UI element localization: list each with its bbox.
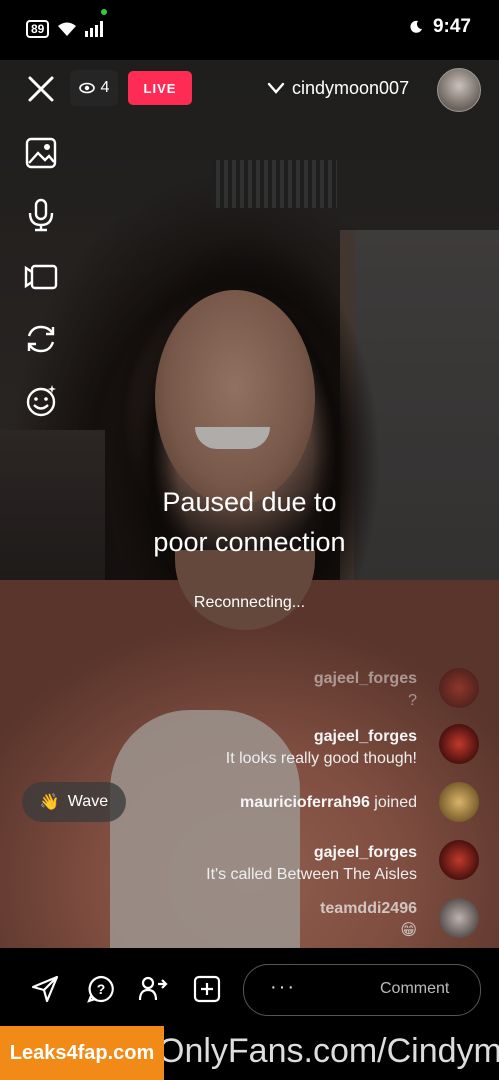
wave-button[interactable]: 👋 Wave xyxy=(22,782,126,822)
live-badge: LIVE xyxy=(128,71,192,105)
chat-username[interactable]: mauricioferrah96 xyxy=(240,794,370,811)
wave-label: Wave xyxy=(67,793,109,810)
question-icon[interactable]: ? xyxy=(86,974,116,1004)
effects-icon[interactable] xyxy=(24,384,58,418)
reconnecting-status: Reconnecting... xyxy=(193,594,306,611)
battery-indicator: 89 xyxy=(26,20,50,38)
chat-message: gajeel_forges ? xyxy=(314,668,417,712)
chat-join-message: mauricioferrah96 joined xyxy=(240,792,417,814)
chat-message: teamddi2496 😁 xyxy=(320,898,417,942)
chat-text: ? xyxy=(408,692,417,709)
invite-guest-icon[interactable] xyxy=(138,974,168,1004)
more-options-button[interactable]: ··· xyxy=(270,976,296,999)
chat-text: It looks really good though! xyxy=(225,750,417,767)
viewer-count-number: 4 xyxy=(100,79,110,96)
svg-text:?: ? xyxy=(97,981,106,997)
close-icon[interactable] xyxy=(26,74,56,104)
chat-avatar[interactable] xyxy=(439,840,479,880)
chat-avatar[interactable] xyxy=(439,782,479,822)
chat-username[interactable]: teamddi2496 xyxy=(320,898,417,920)
chat-username[interactable]: gajeel_forges xyxy=(314,668,417,690)
mic-icon[interactable] xyxy=(24,198,58,232)
wave-emoji: 👋 xyxy=(39,794,60,811)
moon-icon xyxy=(410,20,422,33)
chat-username[interactable]: gajeel_forges xyxy=(226,726,417,748)
chat-text: 😁 xyxy=(400,922,417,939)
camera-icon[interactable] xyxy=(24,260,58,294)
comment-placeholder: Comment xyxy=(380,980,450,997)
clock: 9:47 xyxy=(432,16,471,37)
chat-text: joined xyxy=(374,794,417,811)
chat-avatar[interactable] xyxy=(439,668,479,708)
eye-icon xyxy=(78,82,95,94)
chat-avatar[interactable] xyxy=(439,898,479,938)
chat-text: It's called Between The Aisles xyxy=(206,866,417,883)
chat-message: gajeel_forges It's called Between The Ai… xyxy=(206,842,417,886)
wifi-icon xyxy=(58,22,77,36)
watermark-logo: Leaks4fap.com xyxy=(0,1026,164,1080)
image-icon[interactable] xyxy=(24,136,58,170)
chevron-down-icon[interactable] xyxy=(266,80,286,96)
status-bar: 89 9:47 xyxy=(0,0,499,60)
paused-line-2: poor connection xyxy=(153,527,346,557)
viewer-count[interactable]: 4 xyxy=(70,70,118,106)
status-left: 89 xyxy=(26,20,107,38)
chat-username[interactable]: gajeel_forges xyxy=(206,842,417,864)
privacy-indicator xyxy=(101,9,107,15)
add-content-icon[interactable] xyxy=(192,974,222,1004)
signal-icon xyxy=(85,21,104,37)
chat-avatar[interactable] xyxy=(439,724,479,764)
chat-message: gajeel_forges It looks really good thoug… xyxy=(226,726,417,770)
paused-message: Paused due to poor connection xyxy=(0,482,499,562)
flip-camera-icon[interactable] xyxy=(24,322,58,356)
host-username[interactable]: cindymoon007 xyxy=(292,78,409,99)
share-icon[interactable] xyxy=(30,974,60,1004)
host-avatar[interactable] xyxy=(437,68,481,112)
paused-line-1: Paused due to xyxy=(162,487,337,517)
watermark-text: OnlyFans.com/Cindymoon007 xyxy=(158,1032,499,1070)
status-right: 9:47 xyxy=(409,16,471,38)
